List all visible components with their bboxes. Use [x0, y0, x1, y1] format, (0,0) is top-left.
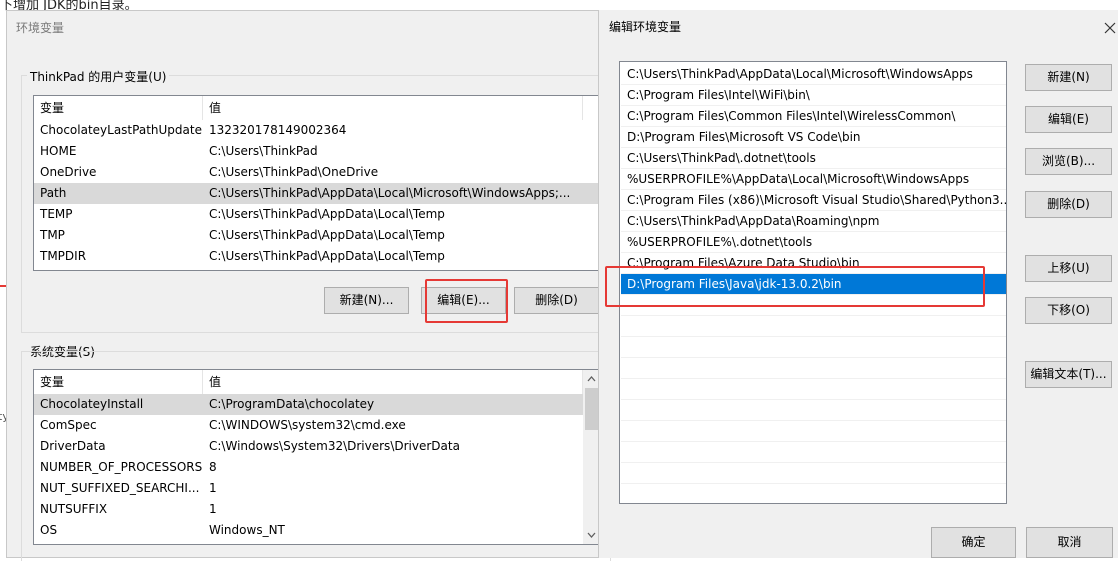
table-row[interactable]: OS Windows_NT — [34, 520, 600, 541]
variable-name-cell: OS — [40, 523, 58, 537]
variable-value-cell: 1 — [209, 481, 217, 495]
variable-value-cell: C:\Users\ThinkPad — [209, 144, 318, 158]
ok-button[interactable]: 确定 — [931, 527, 1016, 558]
close-icon[interactable] — [1103, 21, 1117, 35]
user-delete-button[interactable]: 删除(D) — [514, 287, 599, 314]
system-variables-list[interactable]: 变量 值 ChocolateyInstall C:\ProgramData\cho… — [33, 369, 601, 545]
variable-value-cell: C:\Users\ThinkPad\AppData\Local\Temp — [209, 228, 445, 242]
user-new-button[interactable]: 新建(N)... — [324, 287, 409, 314]
cancel-button[interactable]: 取消 — [1026, 527, 1113, 558]
table-row[interactable]: TMPDIR C:\Users\ThinkPad\AppData\Local\Te… — [34, 246, 600, 267]
variable-value-cell: C:\Users\ThinkPad\AppData\Local\Microsof… — [209, 186, 571, 200]
variable-value-cell: C:\Users\ThinkPad\OneDrive — [209, 165, 379, 179]
path-entry[interactable]: C:\Users\ThinkPad\AppData\Roaming\npm — [621, 211, 1006, 232]
variable-name-cell: NUT_SUFFIXED_SEARCHI... — [40, 481, 200, 495]
scrollbar-thumb[interactable] — [585, 388, 598, 430]
edit-environment-variable-dialog: 编辑环境变量 C:\Users\ThinkPad\AppData\Local\M… — [598, 10, 1118, 558]
path-entry[interactable]: D:\Program Files\Microsoft VS Code\bin — [621, 127, 1006, 148]
table-row[interactable]: NUTSUFFIX 1 — [34, 499, 600, 520]
variable-name-cell: OneDrive — [40, 165, 97, 179]
path-entry[interactable]: %USERPROFILE%\AppData\Local\Microsoft\Wi… — [621, 169, 1006, 190]
variable-name-cell: NUMBER_OF_PROCESSORS — [40, 460, 203, 474]
column-header-name[interactable]: 变量 — [34, 96, 203, 120]
table-row[interactable]: NUT_SUFFIXED_SEARCHI... 1 — [34, 478, 600, 499]
edit-path-button[interactable]: 编辑(E) — [1025, 106, 1112, 133]
dialog-title: 编辑环境变量 — [609, 20, 682, 34]
variable-name-cell: TMPDIR — [40, 249, 87, 263]
variable-value-cell: 132320178149002364 — [209, 123, 347, 137]
empty-path-slot[interactable] — [621, 442, 1006, 463]
variable-name-cell: DriverData — [40, 439, 106, 453]
table-row[interactable]: ChocolateyLastPathUpdate 1323201781490023… — [34, 120, 600, 141]
variable-name-cell: HOME — [40, 144, 77, 158]
variable-name-cell: ComSpec — [40, 418, 97, 432]
dialog-title: 环境变量 — [16, 21, 65, 35]
list-header: 变量 值 — [34, 96, 600, 120]
edit-text-button[interactable]: 编辑文本(T)... — [1025, 361, 1112, 388]
variable-name-cell: ChocolateyLastPathUpdate — [40, 123, 202, 137]
empty-path-slot[interactable] — [621, 400, 1006, 421]
path-entry[interactable]: C:\Program Files\Common Files\Intel\Wire… — [621, 106, 1006, 127]
empty-path-slot[interactable] — [621, 337, 1006, 358]
table-row[interactable]: NUMBER_OF_PROCESSORS 8 — [34, 457, 600, 478]
variable-name-cell: NUTSUFFIX — [40, 502, 108, 516]
variable-value-cell: C:\Users\ThinkPad\AppData\Local\Temp — [209, 249, 445, 263]
column-header-name[interactable]: 变量 — [34, 370, 203, 394]
column-header-value[interactable]: 值 — [203, 370, 583, 394]
path-entry[interactable]: C:\Users\ThinkPad\AppData\Local\Microsof… — [621, 64, 1006, 85]
variable-value-cell: 1 — [209, 502, 217, 516]
new-path-button[interactable]: 新建(N) — [1025, 64, 1112, 91]
list-header: 变量 值 — [34, 370, 600, 394]
empty-path-slot[interactable] — [621, 358, 1006, 379]
background-page: 下增加 JDK的bin目录。 — [0, 0, 1118, 13]
annotation-highlight-edit-button — [425, 279, 508, 323]
table-row[interactable]: Path C:\Users\ThinkPad\AppData\Local\Micr… — [34, 183, 600, 204]
table-row[interactable]: DriverData C:\Windows\System32\Drivers\Dr… — [34, 436, 600, 457]
empty-path-slot[interactable] — [621, 463, 1006, 484]
browse-path-button[interactable]: 浏览(B)... — [1025, 148, 1112, 175]
variable-name-cell: Path — [40, 186, 67, 200]
variable-value-cell: C:\ProgramData\chocolatey — [209, 397, 375, 411]
annotation-highlight-new-path — [605, 266, 985, 307]
environment-variables-dialog: 环境变量 ThinkPad 的用户变量(U) 变量 值 ChocolateyLa… — [6, 10, 611, 561]
table-row[interactable]: HOME C:\Users\ThinkPad — [34, 141, 600, 162]
empty-path-slot[interactable] — [621, 379, 1006, 400]
user-variables-list[interactable]: 变量 值 ChocolateyLastPathUpdate 13232017814… — [33, 95, 601, 271]
table-row[interactable]: TEMP C:\Users\ThinkPad\AppData\Local\Temp — [34, 204, 600, 225]
move-up-button[interactable]: 上移(U) — [1025, 255, 1112, 282]
variable-value-cell: C:\Users\ThinkPad\AppData\Local\Temp — [209, 207, 445, 221]
path-entry[interactable]: C:\Users\ThinkPad\.dotnet\tools — [621, 148, 1006, 169]
column-header-value[interactable]: 值 — [203, 96, 583, 120]
variable-value-cell: C:\WINDOWS\system32\cmd.exe — [209, 418, 406, 432]
empty-path-slot[interactable] — [621, 421, 1006, 442]
table-row[interactable]: OneDrive C:\Users\ThinkPad\OneDrive — [34, 162, 600, 183]
user-variables-label: ThinkPad 的用户变量(U) — [27, 68, 170, 85]
variable-value-cell: Windows_NT — [209, 523, 285, 537]
path-entry[interactable]: C:\Program Files (x86)\Microsoft Visual … — [621, 190, 1006, 211]
table-row[interactable]: ComSpec C:\WINDOWS\system32\cmd.exe — [34, 415, 600, 436]
delete-path-button[interactable]: 删除(D) — [1025, 191, 1112, 218]
variable-name-cell: TMP — [40, 228, 65, 242]
variable-value-cell: C:\Windows\System32\Drivers\DriverData — [209, 439, 460, 453]
path-entry[interactable]: C:\Program Files\Intel\WiFi\bin\ — [621, 85, 1006, 106]
move-down-button[interactable]: 下移(O) — [1025, 297, 1112, 324]
empty-path-slot[interactable] — [621, 316, 1006, 337]
path-entry[interactable]: %USERPROFILE%\.dotnet\tools — [621, 232, 1006, 253]
variable-name-cell: ChocolateyInstall — [40, 397, 144, 411]
table-row[interactable]: ChocolateyInstall C:\ProgramData\chocolat… — [34, 394, 600, 415]
variable-name-cell: TEMP — [40, 207, 73, 221]
variable-value-cell: 8 — [209, 460, 217, 474]
table-row[interactable]: TMP C:\Users\ThinkPad\AppData\Local\Temp — [34, 225, 600, 246]
